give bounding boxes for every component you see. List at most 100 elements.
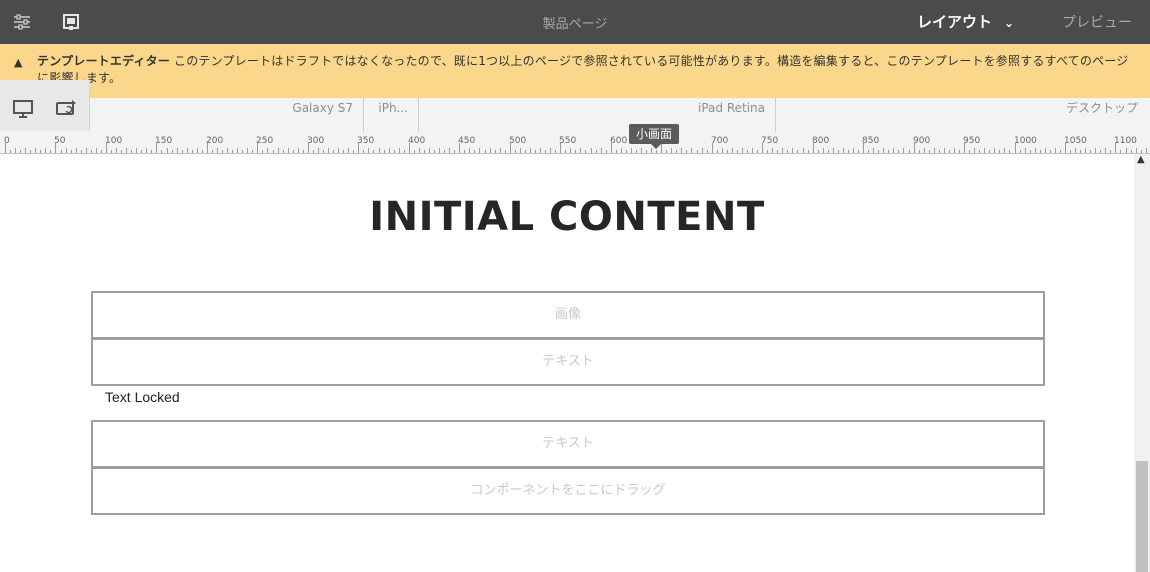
desktop-icon[interactable] xyxy=(12,99,34,119)
ruler-label: 550 xyxy=(559,136,577,146)
ruler-tick xyxy=(10,150,11,153)
device-iphone[interactable]: iPh... xyxy=(364,98,419,132)
ruler-tick xyxy=(939,150,940,153)
ruler-label: 800 xyxy=(812,136,830,146)
ruler-tick xyxy=(752,148,753,153)
ruler-tick xyxy=(686,150,687,153)
ruler-tick xyxy=(151,150,152,153)
device-ipad-retina[interactable]: iPad Retina xyxy=(419,98,776,132)
ruler-tick xyxy=(167,148,168,153)
ruler-tick xyxy=(232,150,233,153)
ruler-tick xyxy=(1100,150,1101,153)
ruler-tick xyxy=(999,150,1000,153)
ruler-tick xyxy=(580,148,581,153)
ruler-tick xyxy=(616,150,617,153)
ruler-label: 850 xyxy=(862,136,880,146)
ruler-tick xyxy=(878,150,879,153)
ruler-tick xyxy=(934,148,935,153)
layout-mode-dropdown[interactable]: レイアウト ⌄ xyxy=(917,11,1014,32)
ruler-tick xyxy=(227,148,228,153)
ruler-tick xyxy=(808,150,809,153)
ruler-tick xyxy=(293,150,294,153)
ruler-tick xyxy=(86,148,87,153)
ruler-tick xyxy=(283,150,284,153)
ruler-tick xyxy=(348,148,349,153)
ruler-tick xyxy=(909,150,910,153)
scroll-up-icon[interactable]: ▲ xyxy=(1137,154,1145,165)
ruler-tick xyxy=(111,150,112,153)
ruler-tick xyxy=(797,150,798,153)
ruler-tick xyxy=(469,148,470,153)
ruler-tick xyxy=(707,150,708,153)
ruler-tick xyxy=(565,150,566,153)
ruler-tick xyxy=(298,148,299,153)
ruler-label: 1000 xyxy=(1014,136,1037,146)
ruler-label: 1050 xyxy=(1064,136,1087,146)
ruler-tick xyxy=(989,150,990,153)
ruler-tick xyxy=(1126,148,1127,153)
ruler-tick xyxy=(252,150,253,153)
page-info-icon[interactable] xyxy=(61,12,81,32)
ruler-tick xyxy=(717,150,718,153)
ruler-tick xyxy=(318,148,319,153)
ruler-tick xyxy=(131,150,132,153)
sliders-icon[interactable] xyxy=(12,12,32,32)
device-desktop[interactable]: デスクトップ xyxy=(776,98,1150,132)
ruler-label: 250 xyxy=(256,136,274,146)
ruler-tick xyxy=(792,148,793,153)
ruler-label: 400 xyxy=(408,136,426,146)
drag-components-dropzone[interactable]: コンポーネントをここにドラッグ xyxy=(91,467,1045,515)
ruler-label: 100 xyxy=(105,136,123,146)
ruler-tick xyxy=(177,148,178,153)
ruler-tick xyxy=(893,148,894,153)
ruler-tick xyxy=(697,150,698,153)
vertical-scrollbar[interactable]: ▲ xyxy=(1134,154,1150,572)
ruler-tick xyxy=(1095,148,1096,153)
device-galaxy-s7[interactable]: Galaxy S7 xyxy=(89,98,364,132)
ruler-tick xyxy=(485,150,486,153)
ruler-tick xyxy=(530,148,531,153)
ruler-tick xyxy=(828,150,829,153)
ruler-tick xyxy=(843,148,844,153)
device-label: iPad Retina xyxy=(698,101,765,115)
ruler-tick xyxy=(212,150,213,153)
preview-button[interactable]: プレビュー xyxy=(1062,12,1132,32)
ruler-label: 300 xyxy=(307,136,325,146)
ruler-tick xyxy=(1120,150,1121,153)
ruler-tick xyxy=(217,148,218,153)
ruler-tick xyxy=(777,150,778,153)
ruler-tick xyxy=(969,150,970,153)
ruler-tick xyxy=(1146,148,1147,153)
ruler-tick xyxy=(732,148,733,153)
ruler-tick xyxy=(267,148,268,153)
ruler-label: 50 xyxy=(54,136,66,146)
ruler-breakpoint-marker[interactable]: 小画面 xyxy=(629,124,680,149)
ruler-tick xyxy=(575,150,576,153)
ruler-tick xyxy=(1030,150,1031,153)
ruler-tick xyxy=(757,150,758,153)
ruler-tick xyxy=(303,150,304,153)
ruler-tick xyxy=(454,150,455,153)
ruler-tick xyxy=(979,150,980,153)
ruler-tick xyxy=(328,148,329,153)
ruler-tick xyxy=(101,150,102,153)
ruler-tick xyxy=(803,148,804,153)
rotate-device-icon[interactable] xyxy=(55,99,77,119)
ruler-tick xyxy=(419,148,420,153)
text-component[interactable]: テキスト xyxy=(91,338,1045,386)
ruler-tick xyxy=(838,150,839,153)
ruler-tick xyxy=(898,150,899,153)
ruler-tick xyxy=(429,148,430,153)
ruler-tick xyxy=(868,150,869,153)
ruler-tick xyxy=(278,148,279,153)
image-component[interactable]: 画像 xyxy=(91,291,1045,339)
ruler-tick xyxy=(495,150,496,153)
ruler-tick xyxy=(823,148,824,153)
scrollbar-thumb[interactable] xyxy=(1136,461,1148,572)
emulator-tools xyxy=(0,80,90,131)
ruler-tick xyxy=(91,150,92,153)
ruler-tick xyxy=(192,150,193,153)
text-component[interactable]: テキスト xyxy=(91,420,1045,468)
ruler-tick xyxy=(959,150,960,153)
ruler-tick xyxy=(1009,150,1010,153)
